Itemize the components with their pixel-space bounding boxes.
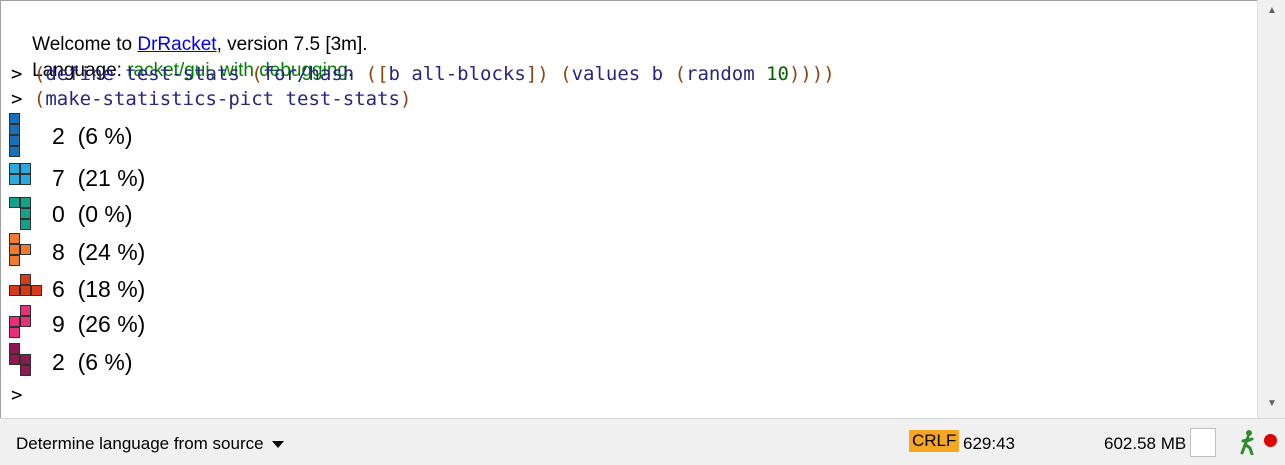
interactions-pane[interactable]: Welcome to DrRacket, version 7.5 [3m]. L… (0, 0, 1257, 418)
tetromino-cell (9, 327, 20, 338)
tetromino-cell (9, 354, 20, 365)
tetromino-cell (20, 163, 31, 174)
scroll-down-icon[interactable]: ▼ (1267, 399, 1277, 409)
code-token: ( (33, 88, 46, 110)
tetromino-cell (9, 285, 20, 296)
tetromino-j-icon (9, 197, 31, 230)
tetromino-cell (20, 208, 31, 219)
code-token: ( (251, 63, 263, 85)
code-token: ([ (365, 63, 389, 85)
chevron-down-icon (271, 441, 284, 449)
tetromino-cell (9, 316, 20, 327)
break-indicator-icon (1264, 434, 1277, 447)
tetromino-cell (20, 274, 31, 285)
tetromino-cell (9, 124, 20, 135)
language-selector-label: Determine language from source (16, 434, 264, 453)
scroll-up-icon[interactable]: ▲ (1267, 6, 1277, 16)
tetromino-cell (9, 113, 20, 124)
tetromino-cell (9, 197, 20, 208)
statistics-count: 6 (18 %) (52, 276, 146, 302)
tetromino-cell (20, 174, 31, 185)
statistics-count: 0 (0 %) (52, 201, 133, 227)
code-token: ) (399, 88, 412, 110)
vertical-scrollbar[interactable]: ▲ ▼ (1257, 0, 1285, 418)
tetromino-cell (20, 244, 31, 255)
code-token: ]) (525, 63, 561, 85)
tetromino-t-icon (9, 274, 42, 296)
code-token: 10 (766, 63, 789, 85)
tetromino-z-icon (9, 343, 31, 376)
tetromino-i-icon (9, 113, 20, 157)
tetromino-cell (20, 219, 31, 230)
tetromino-cell (31, 285, 42, 296)
tetromino-cell (20, 316, 31, 327)
language-selector[interactable]: Determine language from source (16, 434, 284, 454)
status-bar: Determine language from source CRLF 629:… (0, 418, 1285, 465)
tetromino-cell (9, 146, 20, 157)
tetromino-cell (20, 305, 31, 316)
code-token: values b (571, 63, 675, 85)
code-token: ( (33, 63, 46, 85)
statistics-count: 8 (24 %) (52, 239, 146, 265)
code-token: random (686, 63, 767, 85)
code-token: ( (674, 63, 687, 85)
running-man-icon (1240, 430, 1254, 455)
tetromino-cell (20, 197, 31, 208)
cursor-position: 629:43 (963, 434, 1015, 453)
command-line-define: > (define test-stats (for/hash ([b all-b… (11, 63, 835, 85)
tetromino-cell (20, 354, 31, 365)
tetromino-cell (9, 244, 20, 255)
memory-gc-box[interactable] (1190, 428, 1216, 457)
tetromino-cell (9, 343, 20, 354)
statistics-count: 9 (26 %) (52, 311, 146, 337)
tetromino-cell (9, 163, 20, 174)
code-token: define test-stats (45, 63, 252, 85)
tetromino-cell (9, 233, 20, 244)
tetromino-cell (9, 255, 20, 266)
tetromino-cell (9, 135, 20, 146)
line-ending-badge[interactable]: CRLF (909, 430, 960, 452)
statistics-count: 2 (6 %) (52, 349, 133, 375)
statistics-count: 7 (21 %) (52, 165, 146, 191)
prompt-marker: > (11, 88, 34, 110)
tetromino-cell (20, 365, 31, 376)
command-line-make-pict: > (make-statistics-pict test-stats) (11, 88, 411, 110)
code-token: )))) (788, 63, 835, 85)
code-token: make-statistics-pict test-stats (45, 88, 400, 110)
tetromino-cell (20, 285, 31, 296)
tetromino-cell (9, 174, 20, 185)
tetromino-o-icon (9, 163, 31, 185)
tetromino-s-icon (9, 305, 31, 338)
prompt-marker: > (11, 63, 34, 85)
statistics-count: 2 (6 %) (52, 123, 133, 149)
input-prompt[interactable]: > (11, 384, 22, 406)
memory-usage[interactable]: 602.58 MB (1104, 434, 1186, 454)
code-token: b all-blocks (388, 63, 526, 85)
tetromino-l-icon (9, 233, 31, 266)
code-token: ( (560, 63, 572, 85)
code-token: for/hash (262, 63, 366, 85)
